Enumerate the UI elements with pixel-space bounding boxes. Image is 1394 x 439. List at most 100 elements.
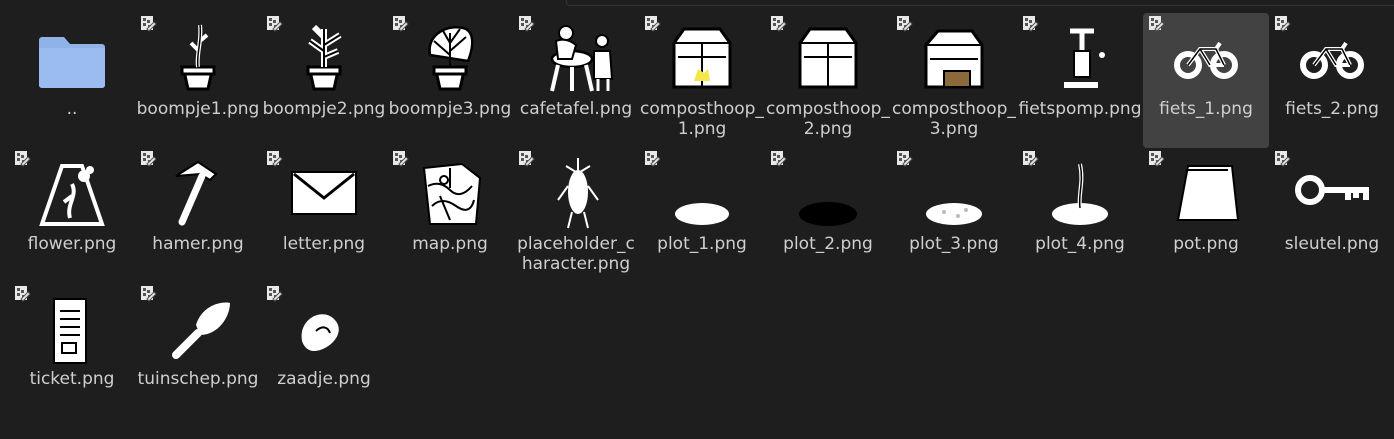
trowel-icon [158,291,238,365]
file-name-label: tuinschep.png [137,369,259,389]
image-file-badge-icon [770,15,787,32]
image-file-badge-icon [392,15,409,32]
file-item[interactable]: letter.png [261,148,387,283]
file-name-label: boompje3.png [388,99,512,119]
file-item[interactable]: composthoop_ 3.png [891,13,1017,148]
file-name-label: plot_2.png [783,234,873,254]
file-item[interactable]: .. [9,13,135,148]
file-name-label: map.png [412,234,488,254]
cafe-table-icon [536,21,616,95]
plot-3-icon [914,156,994,230]
file-item[interactable]: zaadje.png [261,283,387,418]
plant-small-icon [158,21,238,95]
folder-icon [32,21,112,95]
image-file-badge-icon [896,15,913,32]
key-icon [1292,156,1372,230]
image-file-badge-icon [14,150,31,167]
file-name-label: zaadje.png [277,369,371,389]
file-name-label: hamer.png [152,234,244,254]
file-name-label: placeholder_c haracter.png [517,234,635,274]
file-item[interactable]: fiets_1.png [1143,13,1269,148]
plot-4-icon [1040,156,1120,230]
letter-icon [284,156,364,230]
file-name-label: composthoop_ 1.png [640,99,764,139]
file-item[interactable]: fietspomp.png [1017,13,1143,148]
file-grid: .. boompje1.png boompje2.png boompje3.pn… [0,0,1394,439]
plot-2-icon [788,156,868,230]
hammer-icon [158,156,238,230]
image-file-badge-icon [644,150,661,167]
file-item[interactable]: cafetafel.png [513,13,639,148]
file-name-label: fiets_1.png [1159,99,1253,119]
image-file-badge-icon [140,15,157,32]
pot-icon [1166,156,1246,230]
file-name-label: sleutel.png [1284,234,1380,254]
compost-heap-1-icon [662,21,742,95]
image-file-badge-icon [644,15,661,32]
plant-large-icon [410,21,490,95]
file-name-label: fiets_2.png [1285,99,1379,119]
file-item[interactable]: pot.png [1143,148,1269,283]
file-name-label: ticket.png [29,369,115,389]
compost-heap-3-icon [914,21,994,95]
ticket-icon [32,291,112,365]
file-item[interactable]: composthoop_ 2.png [765,13,891,148]
file-item[interactable]: plot_2.png [765,148,891,283]
file-name-label: boompje1.png [136,99,260,119]
image-file-badge-icon [518,150,535,167]
plot-1-icon [662,156,742,230]
file-item[interactable]: plot_4.png [1017,148,1143,283]
file-name-label: cafetafel.png [519,99,633,119]
file-name-label: plot_4.png [1035,234,1125,254]
bike-pump-icon [1040,21,1120,95]
image-file-badge-icon [896,150,913,167]
file-item[interactable]: boompje1.png [135,13,261,148]
compost-heap-2-icon [788,21,868,95]
file-item[interactable]: plot_3.png [891,148,1017,283]
file-item[interactable]: hamer.png [135,148,261,283]
image-file-badge-icon [140,285,157,302]
bicycle-icon [1166,21,1246,95]
bicycle-icon [1292,21,1372,95]
map-icon [410,156,490,230]
file-item[interactable]: plot_1.png [639,148,765,283]
file-name-label: letter.png [282,234,366,254]
image-file-badge-icon [1148,150,1165,167]
file-name-label: fietspomp.png [1018,99,1142,119]
image-file-badge-icon [770,150,787,167]
file-name-label: flower.png [27,234,117,254]
file-item[interactable]: sleutel.png [1269,148,1394,283]
seed-icon [284,291,364,365]
file-name-label: pot.png [1173,234,1239,254]
image-file-badge-icon [14,285,31,302]
file-item[interactable]: fiets_2.png [1269,13,1394,148]
image-file-badge-icon [392,150,409,167]
image-file-badge-icon [518,15,535,32]
flower-icon [32,156,112,230]
file-item[interactable]: placeholder_c haracter.png [513,148,639,283]
file-name-label: plot_1.png [657,234,747,254]
image-file-badge-icon [1022,150,1039,167]
image-file-badge-icon [266,285,283,302]
image-file-badge-icon [1022,15,1039,32]
image-file-badge-icon [266,15,283,32]
file-item[interactable]: ticket.png [9,283,135,418]
file-item[interactable]: map.png [387,148,513,283]
file-name-label: composthoop_ 2.png [766,99,890,139]
image-file-badge-icon [1148,15,1165,32]
file-name-label: plot_3.png [909,234,999,254]
file-name-label: .. [66,99,78,119]
file-item[interactable]: flower.png [9,148,135,283]
character-icon [536,156,616,230]
image-file-badge-icon [1274,150,1291,167]
file-name-label: composthoop_ 3.png [892,99,1016,139]
file-name-label: boompje2.png [262,99,386,119]
image-file-badge-icon [140,150,157,167]
image-file-badge-icon [266,150,283,167]
file-item[interactable]: boompje2.png [261,13,387,148]
plant-medium-icon [284,21,364,95]
image-file-badge-icon [1274,15,1291,32]
file-item[interactable]: boompje3.png [387,13,513,148]
file-item[interactable]: tuinschep.png [135,283,261,418]
file-item[interactable]: composthoop_ 1.png [639,13,765,148]
